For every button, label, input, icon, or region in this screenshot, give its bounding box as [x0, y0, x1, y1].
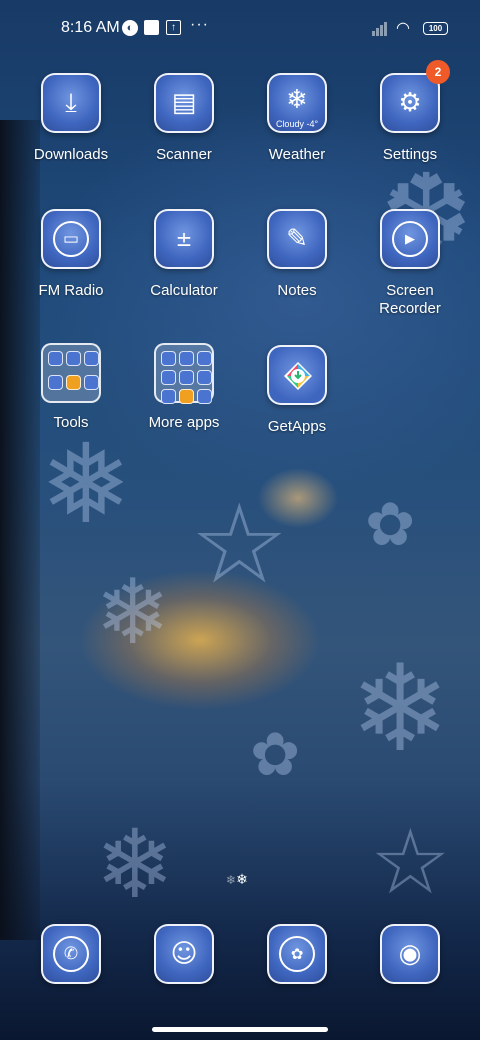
battery-level: 100 [428, 24, 443, 33]
app-label: Downloads [33, 146, 109, 163]
app-notes[interactable]: ✎ Notes [245, 209, 349, 300]
app-label: Settings [382, 146, 438, 163]
folder-label: Tools [53, 414, 89, 431]
app-getapps[interactable]: GetApps [245, 345, 349, 436]
camera-icon: ◉ [380, 924, 440, 984]
battery-icon: 100 [423, 22, 448, 35]
contacts-icon: ☺ [154, 924, 214, 984]
app-downloads[interactable]: ⤓ Downloads [19, 73, 123, 164]
app-label: Screen Recorder [358, 282, 462, 318]
snowflake-icon: ❄ [226, 873, 237, 887]
phone-icon: ✆ [41, 924, 101, 984]
gear-icon: ⚙ 2 [380, 60, 450, 133]
chat-bubble-icon: ✿ [267, 924, 327, 984]
star-decoration: ☆ [190, 480, 289, 608]
app-settings[interactable]: ⚙ 2 Settings [358, 60, 462, 164]
app-label: FM Radio [38, 282, 104, 299]
app-screen-recorder[interactable]: ▶ Screen Recorder [358, 209, 462, 318]
user-circle-icon: ◐ [122, 20, 138, 36]
wifi-icon: ◠ [396, 20, 410, 37]
upload-icon: ↑ [166, 20, 181, 35]
getapps-icon [267, 345, 327, 405]
dock-camera[interactable]: ◉ [358, 924, 462, 984]
app-label: Calculator [150, 282, 218, 299]
flower-decoration: ✿ [250, 720, 301, 790]
home-gesture-bar[interactable] [152, 1027, 328, 1032]
snowflake-decoration: ❄ [95, 560, 171, 665]
page-indicator[interactable]: ❄❄ [226, 872, 248, 888]
folder-icon [154, 343, 214, 404]
app-label-line2: Recorder [379, 300, 441, 317]
dock-messages[interactable]: ✿ [245, 924, 349, 984]
folder-icon [41, 343, 101, 403]
download-icon: ⤓ [41, 73, 101, 133]
snowflake-icon: ❄ [236, 872, 248, 888]
app-weather[interactable]: ❄ Cloudy -4° Weather [245, 73, 349, 164]
radio-icon: ▭ [41, 209, 101, 269]
clock: 8:16 AM [61, 19, 120, 36]
square-icon [144, 20, 159, 35]
flower-decoration: ✿ [365, 490, 416, 560]
app-fm-radio[interactable]: ▭ FM Radio [19, 209, 123, 300]
scanner-icon: ▤ [154, 73, 214, 133]
pencil-icon: ✎ [267, 209, 327, 269]
video-camera-icon: ▶ [380, 209, 440, 269]
folder-tools[interactable]: Tools [19, 343, 123, 432]
app-label: Notes [277, 282, 317, 299]
dock-contacts[interactable]: ☺ [132, 924, 236, 984]
notification-badge: 2 [426, 60, 450, 84]
snowflake-decoration: ❅ [40, 420, 133, 548]
app-label-line1: Screen [386, 282, 434, 299]
getapps-logo [284, 362, 312, 390]
folder-more-apps[interactable]: More apps [132, 343, 236, 432]
signal-icon [372, 20, 392, 36]
snowflake-icon: ❄ Cloudy -4° [267, 73, 327, 133]
weather-summary: Cloudy -4° [275, 119, 319, 129]
app-calculator[interactable]: ± Calculator [132, 209, 236, 300]
snowflake-decoration: ❄ [95, 810, 175, 920]
app-label: Weather [268, 146, 326, 163]
folder-label: More apps [148, 414, 220, 431]
app-label: GetApps [267, 418, 327, 435]
app-label: Scanner [156, 146, 212, 163]
dock-phone[interactable]: ✆ [19, 924, 123, 984]
more-notifications-icon: ··· [190, 16, 209, 33]
status-bar: 8:16 AM ◐ ↑ ··· ◠ 100 [0, 0, 480, 56]
star-decoration: ☆ [370, 810, 451, 915]
snowflake-decoration: ❄ [350, 640, 451, 779]
calculator-icon: ± [154, 209, 214, 269]
app-scanner[interactable]: ▤ Scanner [132, 73, 236, 164]
